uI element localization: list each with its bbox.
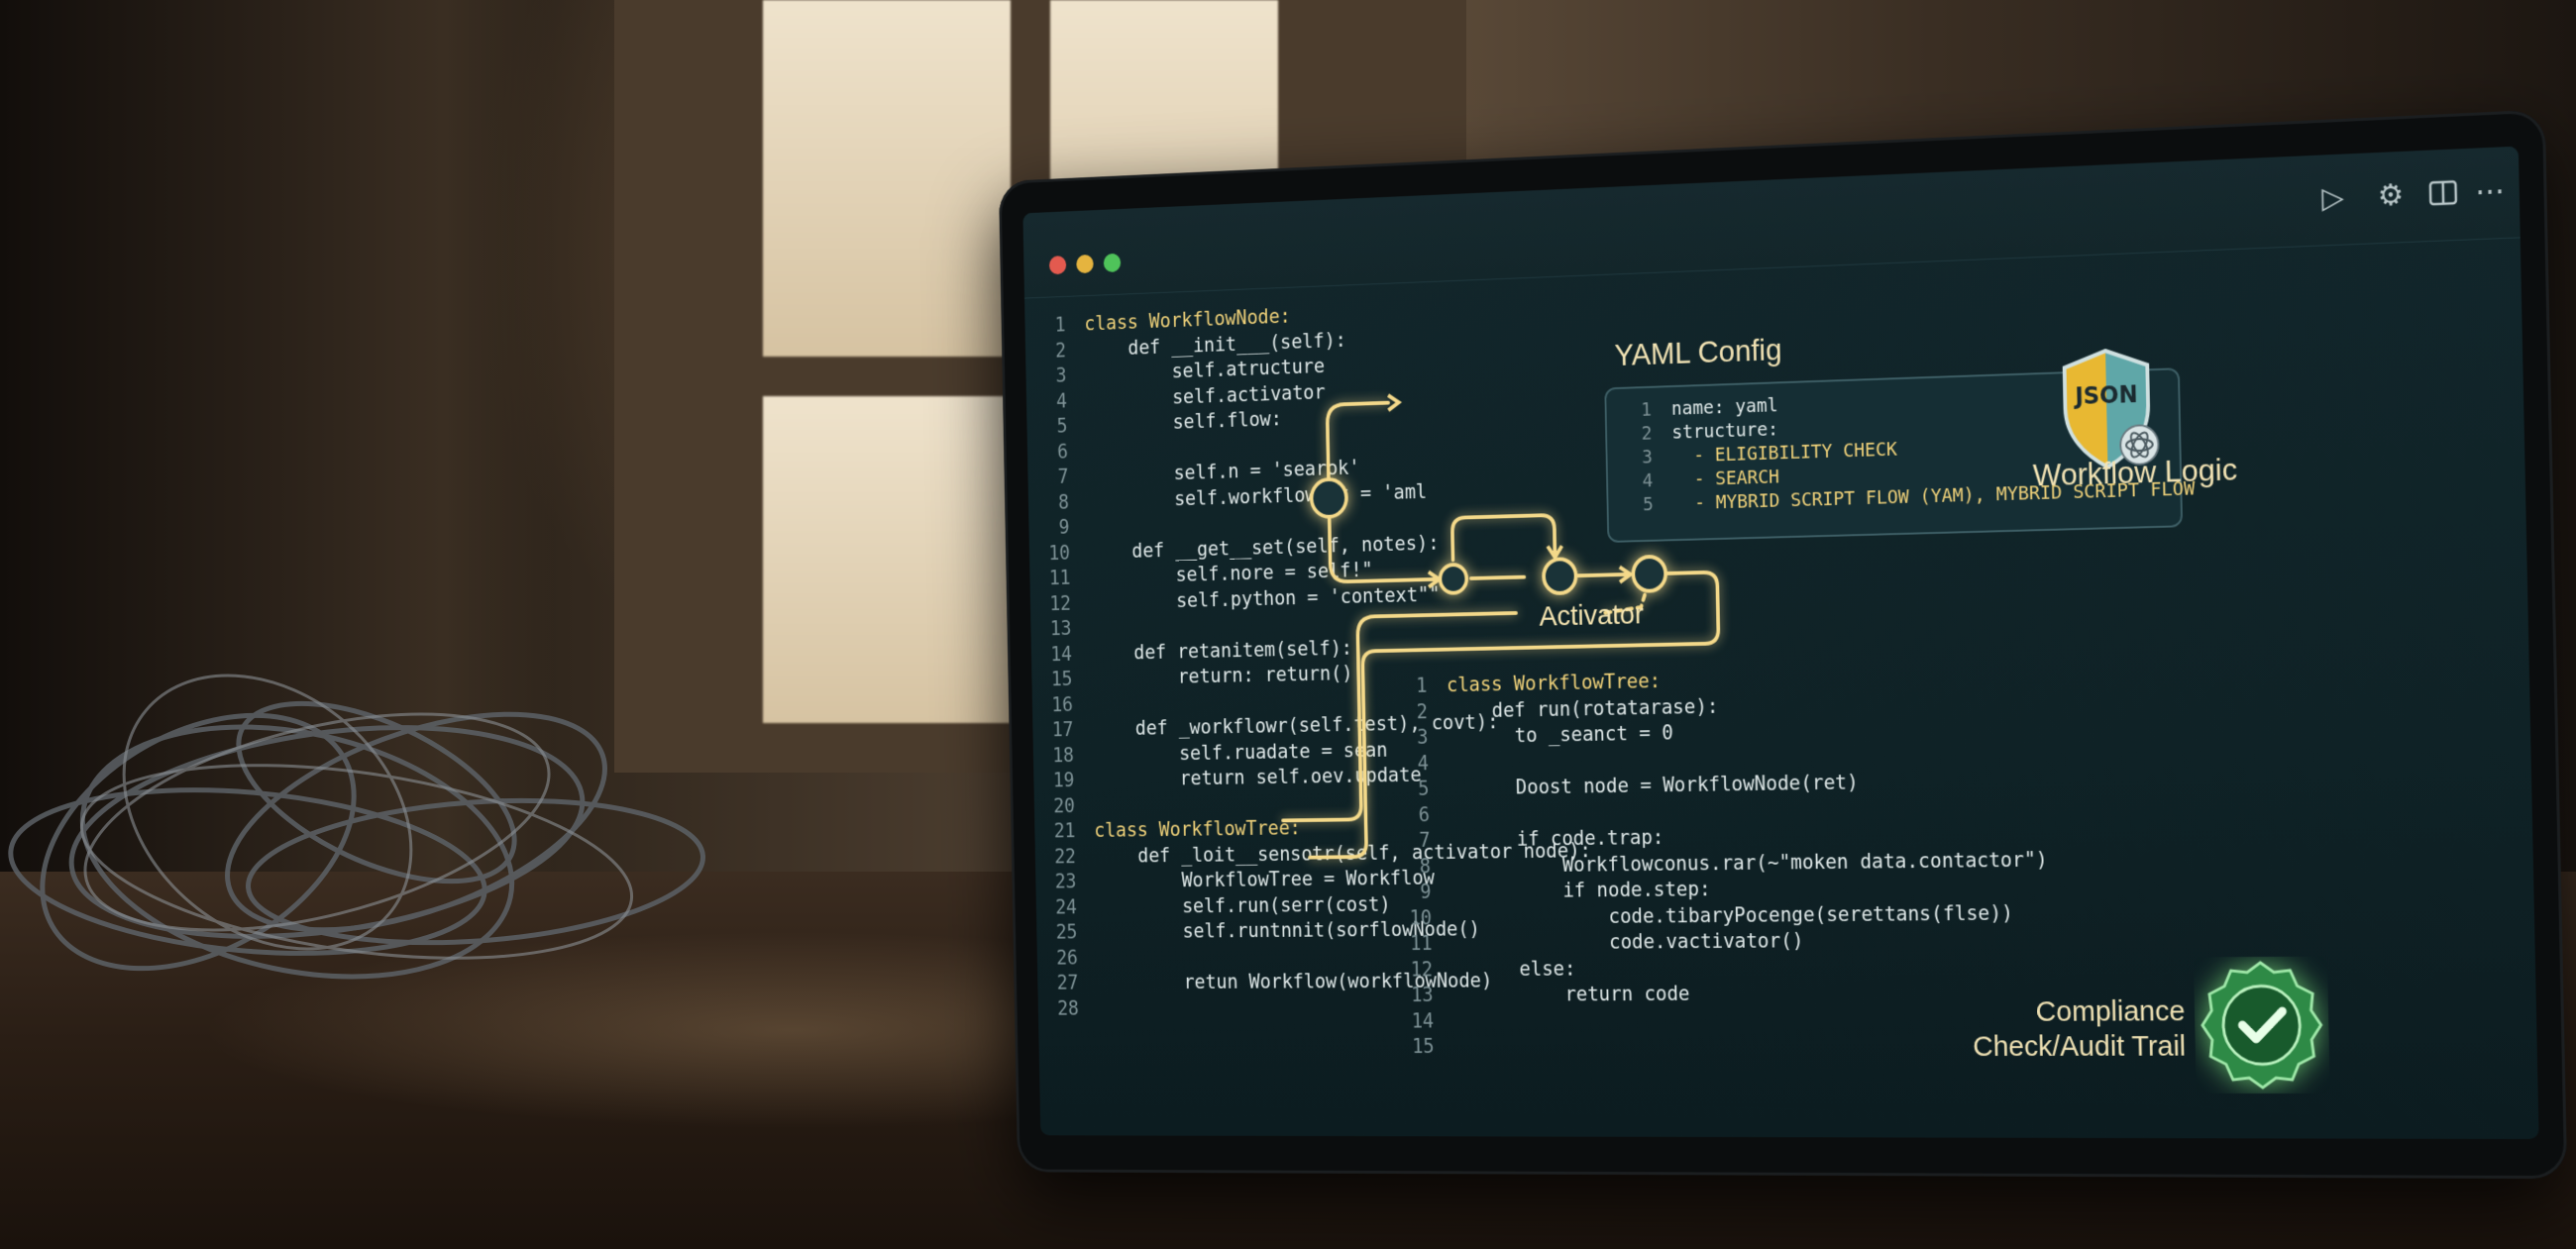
code-text: code.tibaryPocenge(serettans(flse)) (1450, 900, 2014, 929)
tangled-cables (8, 674, 705, 980)
flow-line-b-c (1577, 574, 1627, 575)
line-number: 3 (1417, 725, 1429, 749)
line-number: 9 (1420, 880, 1432, 903)
window-pane (763, 0, 1011, 357)
line-number: 4 (1417, 751, 1430, 775)
line-number: 6 (1418, 802, 1431, 826)
flow-line-loop (1452, 515, 1556, 561)
code-text: to _seanct = 0 (1447, 721, 1674, 749)
line-number: 8 (1419, 854, 1432, 878)
activator-label: Activator (1539, 598, 1645, 633)
line-number: 14 (1411, 1008, 1435, 1032)
code-line: 12 else: (1399, 953, 2050, 983)
code-text: return code (1452, 982, 1690, 1006)
flow-node-c (1633, 557, 1665, 591)
flow-line-a-b (1471, 577, 1525, 578)
flow-node-a (1440, 565, 1466, 593)
line-number: 13 (1410, 983, 1434, 1006)
line-number: 1 (1416, 674, 1428, 697)
flow-line-to-yaml (1327, 403, 1389, 479)
line-number: 5 (1418, 777, 1430, 800)
photo-scene: ▷ ⚙ ⋯ 1 class WorkflowNode: 2 def __init__… (0, 0, 2576, 1249)
compliance-line-2: Check/Audit Trail (1972, 1030, 2187, 1063)
code-text: else: (1451, 956, 1576, 981)
code-text: if node.step: (1449, 877, 1711, 903)
line-number: 12 (1410, 957, 1434, 981)
line-number: 2 (1416, 699, 1429, 723)
code-text: if code.trap: (1449, 825, 1664, 852)
compliance-label: Compliance Check/Audit Trail (1941, 994, 2187, 1065)
code-line: 11 code.vactivator() (1399, 926, 2050, 957)
code-text: Doost node = WorkflowNode(ret) (1448, 771, 1859, 800)
flow-line-to-node-a (1330, 514, 1436, 582)
monitor: ▷ ⚙ ⋯ 1 class WorkflowNode: 2 def __init__… (998, 109, 2568, 1180)
code-text: code.vactivator() (1450, 928, 1804, 955)
flow-node-b (1544, 559, 1576, 593)
code-line: 10 code.tibaryPocenge(serettans(flse)) (1398, 899, 2049, 931)
flow-node-start (1311, 479, 1346, 518)
editor-screen: ▷ ⚙ ⋯ 1 class WorkflowNode: 2 def __init__… (1022, 146, 2539, 1140)
code-text: def run(rotatarase): (1447, 693, 1719, 723)
line-number: 11 (1409, 931, 1433, 955)
compliance-line-1: Compliance (2035, 994, 2186, 1028)
code-text: class WorkflowTree: (1446, 669, 1662, 696)
checkmark-badge-icon (2194, 957, 2330, 1094)
line-number: 10 (1409, 905, 1433, 929)
line-number: 15 (1411, 1035, 1435, 1058)
line-number: 7 (1419, 828, 1431, 852)
